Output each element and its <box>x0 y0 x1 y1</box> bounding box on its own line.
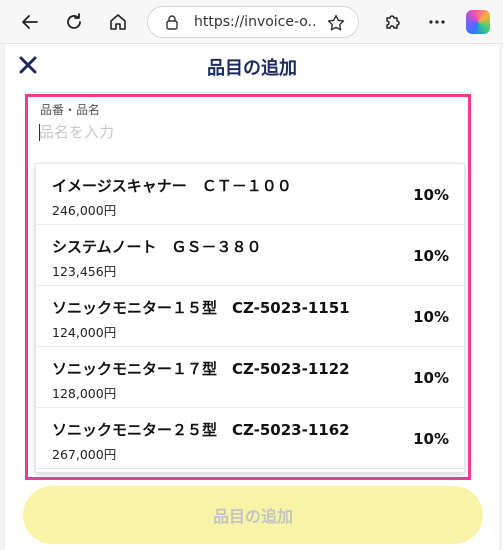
list-item[interactable]: システムノート ＧＳ－３８０ 123,456円 10% <box>36 225 464 286</box>
item-tax-rate: 10% <box>413 308 449 326</box>
lock-icon[interactable] <box>164 14 180 30</box>
home-button[interactable] <box>103 7 133 37</box>
dialog-title: 品目の追加 <box>207 58 297 79</box>
item-name: ソニックモニター１５型 CZ-5023-1151 <box>52 299 350 317</box>
text-caret <box>39 124 40 141</box>
list-item[interactable]: イメージスキャナー ＣＴ－１００ 246,000円 10% <box>36 164 464 225</box>
refresh-button[interactable] <box>59 7 89 37</box>
list-item[interactable]: ソニックモニター１７型 CZ-5023-1122 128,000円 10% <box>36 347 464 408</box>
back-arrow-icon <box>22 15 38 29</box>
url-text[interactable]: https://invoice-o... <box>194 14 318 30</box>
more-menu-button[interactable] <box>422 7 452 37</box>
back-button[interactable] <box>15 7 45 37</box>
item-name: イメージスキャナー ＣＴ－１００ <box>52 177 292 195</box>
extensions-button[interactable] <box>378 7 408 37</box>
refresh-icon <box>67 13 81 29</box>
search-input[interactable] <box>39 121 339 143</box>
search-label: 品番・品名 <box>40 103 101 117</box>
copilot-icon[interactable] <box>466 10 490 34</box>
item-name: ソニックモニター１７型 CZ-5023-1122 <box>52 360 350 378</box>
item-tax-rate: 10% <box>413 430 449 448</box>
favorite-star-icon[interactable] <box>326 13 346 33</box>
list-item[interactable]: ソニックモニター１５型 CZ-5023-1151 124,000円 10% <box>36 286 464 347</box>
item-price: 267,000円 <box>52 447 117 462</box>
list-item[interactable]: ソニックモニター２５型 CZ-5023-1162 267,000円 10% <box>36 408 464 469</box>
address-bar[interactable]: https://invoice-o... <box>147 6 359 38</box>
suggestion-list: イメージスキャナー ＣＴ－１００ 246,000円 10% システムノート ＧＳ… <box>35 163 465 473</box>
add-item-button[interactable]: 品目の追加 <box>23 486 483 544</box>
item-tax-rate: 10% <box>413 369 449 387</box>
home-icon <box>110 14 126 30</box>
item-price: 124,000円 <box>52 325 117 340</box>
item-tax-rate: 10% <box>413 186 449 204</box>
add-item-dialog: 品目の追加 品番・品名 イメージスキャナー ＣＴ－１００ 246,000円 10… <box>5 44 499 550</box>
item-search-panel: 品番・品名 イメージスキャナー ＣＴ－１００ 246,000円 10% システム… <box>25 92 471 480</box>
item-name: システムノート ＧＳ－３８０ <box>52 238 262 256</box>
puzzle-icon <box>386 15 400 29</box>
item-price: 246,000円 <box>52 203 117 218</box>
browser-toolbar: https://invoice-o... <box>0 0 503 44</box>
more-dots-icon <box>429 20 445 24</box>
item-price: 128,000円 <box>52 386 117 401</box>
item-name: ソニックモニター２５型 CZ-5023-1162 <box>52 421 350 439</box>
item-price: 123,456円 <box>52 264 117 279</box>
item-tax-rate: 10% <box>413 247 449 265</box>
